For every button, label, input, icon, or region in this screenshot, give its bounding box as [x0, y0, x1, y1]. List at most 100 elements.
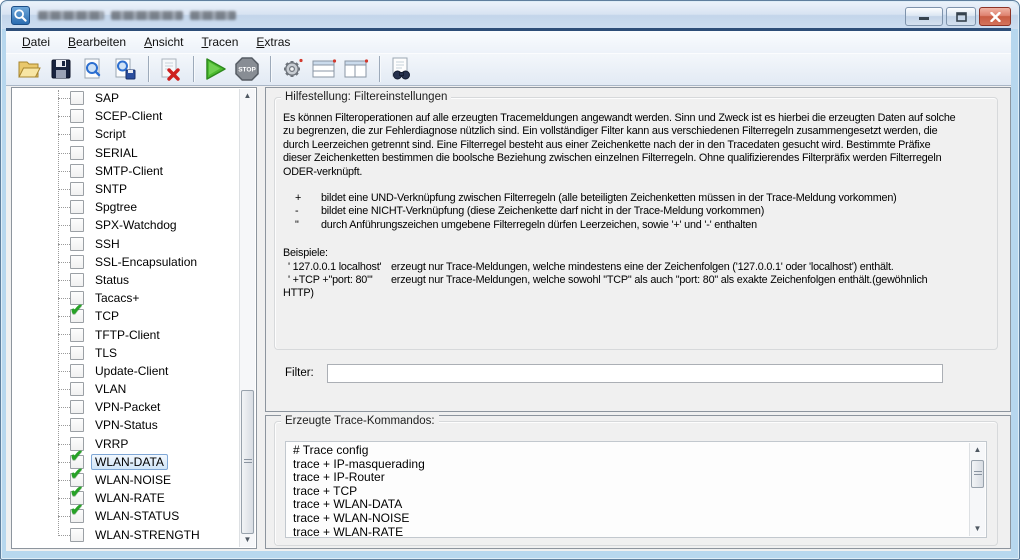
tree-item-wlan-noise[interactable]: ✔WLAN-NOISE: [12, 471, 239, 489]
stop-trace-button[interactable]: STOP: [232, 55, 262, 83]
tree-connector: [58, 153, 70, 154]
tree-connector: [58, 171, 70, 172]
example-description: erzeugt nur Trace-Meldungen, welche mind…: [391, 261, 894, 274]
app-window: DateiBearbeitenAnsichtTracenExtras: [0, 0, 1020, 560]
trace-command-line: trace + WLAN-DATA: [293, 498, 969, 512]
title-bar[interactable]: [2, 2, 1018, 29]
filter-label: Filter:: [285, 367, 314, 379]
menu-item-extras[interactable]: Extras: [247, 33, 299, 51]
checkbox-status[interactable]: [70, 273, 84, 287]
tree-item-tacacs-[interactable]: Tacacs+: [12, 289, 239, 307]
tree-item-sap[interactable]: SAP: [12, 89, 239, 107]
layout-vertical-button[interactable]: [341, 55, 371, 83]
tree-item-spx-watchdog[interactable]: SPX-Watchdog: [12, 216, 239, 234]
tree-item-serial[interactable]: SERIAL: [12, 144, 239, 162]
tree-item-label: VLAN: [91, 381, 130, 397]
checkbox-tftp-client[interactable]: [70, 328, 84, 342]
checkbox-tcp[interactable]: ✔: [70, 309, 84, 323]
trace-command-line: trace + TCP: [293, 485, 969, 499]
tree-scrollbar[interactable]: ▲ ▼: [239, 89, 255, 547]
tree-item-label: VRRP: [91, 436, 132, 452]
stop-trace-icon: STOP: [234, 56, 260, 82]
tree-item-spgtree[interactable]: Spgtree: [12, 198, 239, 216]
filter-prefix-description: bildet eine UND-Verknüpfung zwischen Fil…: [321, 192, 897, 205]
new-trace-view-button[interactable]: [78, 55, 108, 83]
tree-item-update-client[interactable]: Update-Client: [12, 362, 239, 380]
help-rule: +bildet eine UND-Verknüpfung zwischen Fi…: [295, 192, 993, 205]
tree-item-wlan-rate[interactable]: ✔WLAN-RATE: [12, 489, 239, 507]
tree-item-label: WLAN-STRENGTH: [91, 527, 204, 543]
filter-input[interactable]: [327, 364, 943, 383]
start-trace-button[interactable]: [200, 55, 230, 83]
checkbox-tls[interactable]: [70, 346, 84, 360]
tree-item-tcp[interactable]: ✔ TCP: [12, 307, 239, 325]
layout-horizontal-button[interactable]: [309, 55, 339, 83]
menu-item-datei[interactable]: Datei: [13, 33, 59, 51]
close-button[interactable]: [979, 7, 1011, 26]
tree-item-sntp[interactable]: SNTP: [12, 180, 239, 198]
tree-item-label: SCEP-Client: [91, 108, 166, 124]
save-trace-view-button[interactable]: [110, 55, 140, 83]
checkbox-vpn-packet[interactable]: [70, 400, 84, 414]
tree-item-tls[interactable]: TLS: [12, 344, 239, 362]
menu-item-bearbeiten[interactable]: Bearbeiten: [59, 33, 135, 51]
checkbox-scep-client[interactable]: [70, 109, 84, 123]
tree-item-ssl-encapsulation[interactable]: SSL-Encapsulation: [12, 253, 239, 271]
tree-item-label: WLAN-RATE: [91, 490, 169, 506]
commands-scrollbar[interactable]: ▲ ▼: [969, 443, 985, 536]
tree-item-vpn-packet[interactable]: VPN-Packet: [12, 398, 239, 416]
save-trace-button[interactable]: [46, 55, 76, 83]
tree-item-vrrp[interactable]: VRRP: [12, 435, 239, 453]
menu-item-tracen[interactable]: Tracen: [192, 33, 247, 51]
filter-prefix-symbol: -: [295, 205, 321, 218]
settings-button[interactable]: [277, 55, 307, 83]
tree-item-status[interactable]: Status: [12, 271, 239, 289]
maximize-button[interactable]: [946, 7, 976, 26]
tree-scrollbar-thumb[interactable]: [241, 390, 254, 534]
checkbox-wlan-status[interactable]: ✔: [70, 509, 84, 523]
menu-item-ansicht[interactable]: Ansicht: [135, 33, 192, 51]
checkbox-spx-watchdog[interactable]: [70, 218, 84, 232]
trace-command-line: trace + IP-Router: [293, 471, 969, 485]
commands-scrollbar-thumb[interactable]: [971, 460, 984, 488]
open-trace-button[interactable]: [14, 55, 44, 83]
tree-item-wlan-status[interactable]: ✔WLAN-STATUS: [12, 507, 239, 525]
tree-item-vpn-status[interactable]: VPN-Status: [12, 416, 239, 434]
checkbox-wlan-strength[interactable]: [70, 528, 84, 542]
checkbox-spgtree[interactable]: [70, 200, 84, 214]
checkbox-sap[interactable]: [70, 91, 84, 105]
trace-commands-output[interactable]: # Trace configtrace + IP-masqueradingtra…: [285, 441, 987, 538]
start-trace-icon: [202, 56, 228, 82]
scroll-down-icon[interactable]: ▼: [970, 522, 985, 536]
checkbox-update-client[interactable]: [70, 364, 84, 378]
checkbox-script[interactable]: [70, 127, 84, 141]
tree-item-vlan[interactable]: VLAN: [12, 380, 239, 398]
checkbox-vpn-status[interactable]: [70, 418, 84, 432]
checkbox-serial[interactable]: [70, 146, 84, 160]
tree-connector: [58, 207, 70, 208]
scroll-up-icon[interactable]: ▲: [970, 443, 985, 457]
checkbox-vlan[interactable]: [70, 382, 84, 396]
tree-item-wlan-data[interactable]: ✔WLAN-DATA: [12, 453, 239, 471]
checkbox-smtp-client[interactable]: [70, 164, 84, 178]
settings-gear-icon: [280, 57, 304, 81]
help-intro: Es können Filteroperationen auf alle erz…: [283, 112, 993, 179]
minimize-button[interactable]: [905, 7, 943, 26]
scroll-up-icon[interactable]: ▲: [240, 89, 255, 103]
checkbox-ssh[interactable]: [70, 237, 84, 251]
trace-tree-panel: SAPSCEP-ClientScriptSERIALSMTP-ClientSNT…: [11, 87, 257, 549]
scroll-down-icon[interactable]: ▼: [240, 533, 255, 547]
tree-item-ssh[interactable]: SSH: [12, 235, 239, 253]
delete-trace-button[interactable]: [155, 55, 185, 83]
tree-item-wlan-strength[interactable]: WLAN-STRENGTH: [12, 526, 239, 544]
find-in-trace-button[interactable]: [386, 55, 416, 83]
checkbox-sntp[interactable]: [70, 182, 84, 196]
tree-item-tftp-client[interactable]: TFTP-Client: [12, 325, 239, 343]
tree-item-script[interactable]: Script: [12, 125, 239, 143]
checkbox-ssl-encapsulation[interactable]: [70, 255, 84, 269]
tree-item-smtp-client[interactable]: SMTP-Client: [12, 162, 239, 180]
tree-item-scep-client[interactable]: SCEP-Client: [12, 107, 239, 125]
check-icon: ✔: [70, 485, 83, 501]
tree-item-label: TCP: [91, 308, 123, 324]
trace-command-line: trace + WLAN-RATE: [293, 526, 969, 538]
